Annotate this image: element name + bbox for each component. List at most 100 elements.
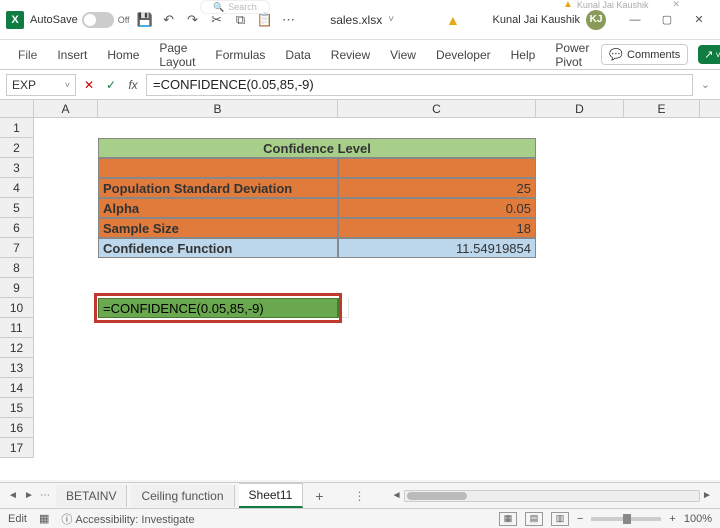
row-header[interactable]: 1: [0, 118, 33, 138]
cell-bg[interactable]: [338, 378, 536, 398]
cell-bg[interactable]: [536, 438, 624, 458]
cell-bg[interactable]: [536, 338, 624, 358]
cell-bg[interactable]: [624, 418, 700, 438]
cell-bg[interactable]: [338, 338, 536, 358]
cell-bg[interactable]: [536, 118, 624, 138]
cell[interactable]: Sample Size: [98, 218, 338, 238]
row-header[interactable]: 12: [0, 338, 33, 358]
row-header[interactable]: 9: [0, 278, 33, 298]
cell-bg[interactable]: [536, 138, 624, 158]
close-button[interactable]: ✕: [684, 10, 714, 30]
row-header[interactable]: 5: [0, 198, 33, 218]
cell-bg[interactable]: [34, 178, 98, 198]
cell[interactable]: 11.54919854: [338, 238, 536, 258]
cell-bg[interactable]: [536, 218, 624, 238]
cell-bg[interactable]: [536, 398, 624, 418]
formula-input[interactable]: =CONFIDENCE(0.05,85,-9): [146, 74, 693, 96]
sheet-more-icon[interactable]: ⋯: [38, 489, 52, 503]
row-header[interactable]: 2: [0, 138, 33, 158]
col-header[interactable]: E: [624, 100, 700, 117]
row-header[interactable]: 3: [0, 158, 33, 178]
ribbon-tab[interactable]: View: [382, 43, 424, 67]
cell-bg[interactable]: [34, 158, 98, 178]
formula-expand-icon[interactable]: ⌄: [697, 78, 714, 91]
ribbon-tab[interactable]: Power Pivot: [547, 36, 597, 74]
cell-bg[interactable]: [338, 438, 536, 458]
row-header[interactable]: 14: [0, 378, 33, 398]
cell[interactable]: Confidence Function: [98, 238, 338, 258]
cell-bg[interactable]: [34, 298, 98, 318]
cell-bg[interactable]: [34, 418, 98, 438]
cell-bg[interactable]: [624, 398, 700, 418]
cell-bg[interactable]: [98, 278, 338, 298]
qat-more-icon[interactable]: ⋯: [280, 11, 298, 29]
col-header[interactable]: A: [34, 100, 98, 117]
select-all-corner[interactable]: [0, 100, 34, 117]
cell-bg[interactable]: [34, 398, 98, 418]
cell-bg[interactable]: [536, 238, 624, 258]
ribbon-tab[interactable]: Formulas: [207, 43, 273, 67]
cell-bg[interactable]: [98, 438, 338, 458]
cell-bg[interactable]: [536, 358, 624, 378]
cell-bg[interactable]: [98, 418, 338, 438]
zoom-level[interactable]: 100%: [684, 513, 712, 525]
cell-bg[interactable]: [536, 298, 624, 318]
cell-bg[interactable]: [98, 118, 338, 138]
cell-bg[interactable]: [624, 278, 700, 298]
undo-icon[interactable]: ↶: [160, 11, 178, 29]
cell-bg[interactable]: [624, 338, 700, 358]
accessibility-status[interactable]: ⓘAccessibility: Investigate: [61, 511, 194, 527]
zoom-in-icon[interactable]: +: [669, 513, 675, 525]
scroll-left-icon[interactable]: ◄: [390, 489, 404, 503]
cell-bg[interactable]: [34, 218, 98, 238]
save-icon[interactable]: 💾: [136, 11, 154, 29]
ribbon-tab[interactable]: Review: [323, 43, 378, 67]
ribbon-tab[interactable]: Insert: [49, 43, 95, 67]
cell-bg[interactable]: [536, 198, 624, 218]
sheet-tab[interactable]: Ceiling function: [131, 485, 234, 507]
row-header[interactable]: 11: [0, 318, 33, 338]
cancel-formula-icon[interactable]: ✕: [80, 76, 98, 94]
cell-bg[interactable]: [98, 398, 338, 418]
row-header[interactable]: 6: [0, 218, 33, 238]
row-header[interactable]: 8: [0, 258, 33, 278]
cell-bg[interactable]: [624, 378, 700, 398]
user-account[interactable]: Kunal Jai Kaushik KJ: [493, 10, 606, 30]
cell-bg[interactable]: [338, 258, 536, 278]
cell-bg[interactable]: [98, 338, 338, 358]
cell-bg[interactable]: [34, 138, 98, 158]
cell-bg[interactable]: [98, 258, 338, 278]
cell[interactable]: Population Standard Deviation: [98, 178, 338, 198]
cell-bg[interactable]: [34, 238, 98, 258]
cell-bg[interactable]: [624, 238, 700, 258]
name-box[interactable]: EXP˅: [6, 74, 76, 96]
minimize-button[interactable]: —: [620, 10, 650, 30]
row-header[interactable]: 15: [0, 398, 33, 418]
sheet-tab[interactable]: BETAINV: [56, 485, 127, 507]
add-sheet-button[interactable]: +: [307, 484, 331, 508]
cell-bg[interactable]: [624, 178, 700, 198]
cell-bg[interactable]: [34, 338, 98, 358]
cell-bg[interactable]: [536, 378, 624, 398]
cell-bg[interactable]: [624, 118, 700, 138]
view-normal-button[interactable]: ▦: [499, 512, 517, 526]
scroll-right-icon[interactable]: ►: [700, 489, 714, 503]
sheet-next-icon[interactable]: ►: [22, 489, 36, 503]
cell[interactable]: [338, 158, 536, 178]
row-header[interactable]: 16: [0, 418, 33, 438]
cell[interactable]: 25: [338, 178, 536, 198]
cell[interactable]: Alpha: [98, 198, 338, 218]
row-header[interactable]: 17: [0, 438, 33, 458]
cell-bg[interactable]: [338, 358, 536, 378]
ribbon-tab[interactable]: Developer: [428, 43, 499, 67]
cell[interactable]: [98, 158, 338, 178]
cell-bg[interactable]: [34, 118, 98, 138]
row-header[interactable]: 10: [0, 298, 33, 318]
ribbon-tab[interactable]: Data: [277, 43, 318, 67]
sheet-divider-icon[interactable]: ⋮: [354, 489, 366, 503]
cell[interactable]: 0.05: [338, 198, 536, 218]
cell-bg[interactable]: [34, 198, 98, 218]
filename-dropdown-icon[interactable]: ˅: [388, 14, 394, 25]
col-header[interactable]: D: [536, 100, 624, 117]
comments-button[interactable]: 💬 Comments: [601, 44, 688, 65]
